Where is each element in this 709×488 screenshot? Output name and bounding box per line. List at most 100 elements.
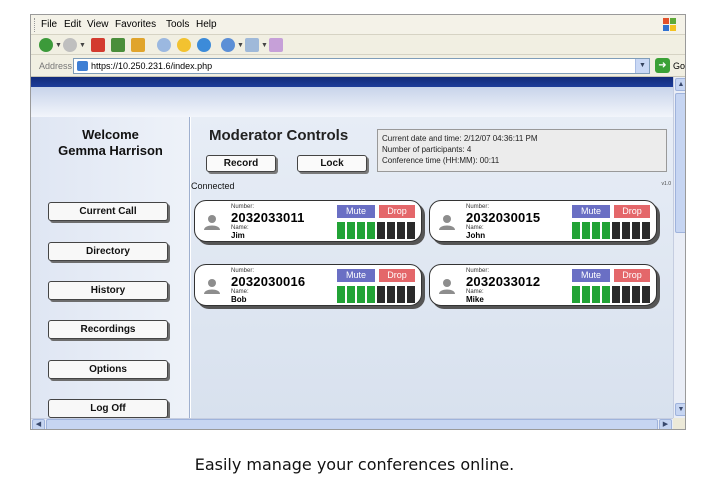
scroll-left-icon[interactable]: ◀ [32,419,45,429]
page-icon [77,61,88,71]
go-arrow-icon[interactable]: ➜ [655,58,670,73]
search-icon[interactable] [157,38,171,52]
volume-segment [377,222,385,239]
volume-segment [407,222,415,239]
windows-logo-icon [663,18,676,31]
participant-name: Jim [231,231,245,240]
history-button[interactable]: History [48,281,168,300]
volume-segment [642,222,650,239]
volume-segment [592,222,600,239]
version-label: v1.0 [661,181,671,187]
directory-button[interactable]: Directory [48,242,168,261]
mute-button[interactable]: Mute [572,269,610,282]
volume-segment [387,222,395,239]
mute-button[interactable]: Mute [337,269,375,282]
participant-card: Number: 2032033011 Name: Jim Mute Drop [194,200,422,242]
volume-meter [337,286,415,303]
volume-segment [377,286,385,303]
header-band [31,77,673,87]
mail-icon[interactable] [221,38,235,52]
participant-number: 2032030015 [466,210,541,225]
volume-segment [622,222,630,239]
toolbar-grip[interactable] [34,18,37,32]
volume-segment [347,222,355,239]
lock-button[interactable]: Lock [297,155,367,172]
stop-icon[interactable] [91,38,105,52]
url-text: https://10.250.231.6/index.php [91,61,213,71]
user-name: Gemma Harrison [58,143,163,158]
print-dropdown-icon[interactable]: ▼ [261,42,268,49]
log-off-button[interactable]: Log Off [48,399,168,418]
participant-name: Mike [466,295,484,304]
current-call-button[interactable]: Current Call [48,202,168,221]
participant-number: 2032033011 [231,210,305,225]
back-icon[interactable] [39,38,53,52]
messenger-icon[interactable] [269,38,283,52]
forward-dropdown-icon[interactable]: ▼ [79,42,86,49]
volume-segment [602,222,610,239]
horizontal-scrollbar[interactable]: ◀ ▶ [31,418,673,429]
person-icon [204,215,220,230]
volume-segment [632,222,640,239]
forward-icon[interactable] [63,38,77,52]
vertical-scroll-thumb[interactable] [675,93,685,233]
url-dropdown-icon[interactable]: ▼ [635,59,649,73]
browser-window: File Edit View Favorites Tools Help ▼ ▼ … [30,14,686,430]
scroll-right-icon[interactable]: ▶ [659,419,672,429]
drop-button[interactable]: Drop [379,269,415,282]
mute-button[interactable]: Mute [572,205,610,218]
back-dropdown-icon[interactable]: ▼ [55,42,62,49]
volume-segment [397,286,405,303]
volume-segment [602,286,610,303]
volume-segment [582,286,590,303]
volume-segment [592,286,600,303]
favorites-star-icon[interactable] [177,38,191,52]
horizontal-scroll-thumb[interactable] [46,419,658,429]
conference-time: Conference time (HH:MM): 00:11 [382,156,500,165]
menu-favorites[interactable]: Favorites [115,19,156,30]
options-button[interactable]: Options [48,360,168,379]
caption: Easily manage your conferences online. [194,455,515,474]
participant-name: Bob [231,295,247,304]
drop-button[interactable]: Drop [614,205,650,218]
volume-segment [582,222,590,239]
mute-button[interactable]: Mute [337,205,375,218]
menu-edit[interactable]: Edit [64,19,81,30]
menu-file[interactable]: File [41,19,57,30]
menu-help[interactable]: Help [196,19,217,30]
go-button[interactable]: Go [673,61,685,71]
volume-segment [407,286,415,303]
volume-segment [397,222,405,239]
participant-name: John [466,231,486,240]
menu-tools[interactable]: Tools [166,19,189,30]
welcome-line: Welcome [82,127,139,142]
volume-segment [572,222,580,239]
volume-segment [347,286,355,303]
participant-card: Number: 2032033012 Name: Mike Mute Drop [429,264,657,306]
url-input[interactable]: https://10.250.231.6/index.php ▼ [73,58,650,74]
drop-button[interactable]: Drop [614,269,650,282]
media-icon[interactable] [197,38,211,52]
record-button[interactable]: Record [206,155,276,172]
volume-segment [357,286,365,303]
volume-segment [367,286,375,303]
volume-segment [337,222,345,239]
volume-meter [337,222,415,239]
volume-meter [572,222,650,239]
page-title: Moderator Controls [209,127,349,144]
vertical-scrollbar[interactable]: ▲ ▼ [673,77,685,418]
home-icon[interactable] [131,38,145,52]
recordings-button[interactable]: Recordings [48,320,168,339]
drop-button[interactable]: Drop [379,205,415,218]
menu-view[interactable]: View [87,19,109,30]
refresh-icon[interactable] [111,38,125,52]
volume-segment [622,286,630,303]
connected-label: Connected [191,181,235,191]
person-icon [439,279,455,294]
scroll-up-icon[interactable]: ▲ [675,78,685,91]
address-label: Address [39,61,73,71]
scroll-down-icon[interactable]: ▼ [675,403,685,416]
print-icon[interactable] [245,38,259,52]
person-icon [439,215,455,230]
mail-dropdown-icon[interactable]: ▼ [237,42,244,49]
